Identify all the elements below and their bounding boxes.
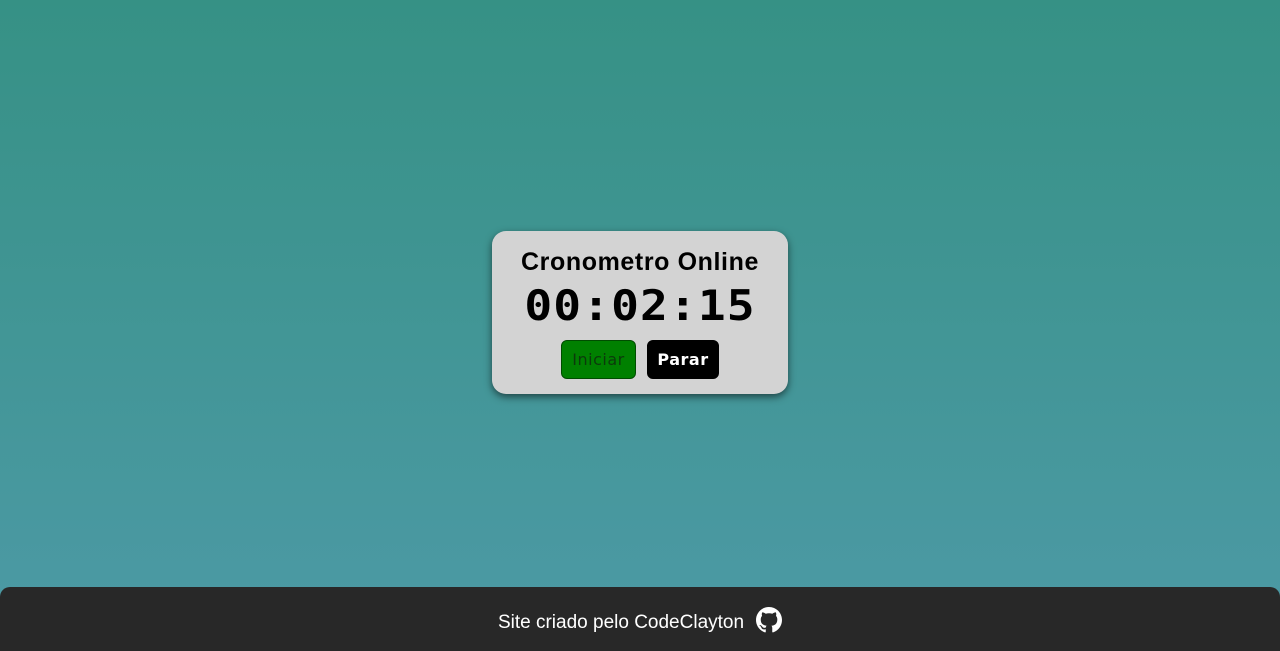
footer: Site criado pelo CodeClayton: [0, 587, 1280, 651]
button-group: Iniciar Parar: [492, 340, 788, 379]
stopwatch-card: Cronometro Online 00:02:15 Iniciar Parar: [492, 231, 788, 394]
start-button[interactable]: Iniciar: [561, 340, 636, 379]
github-icon[interactable]: [756, 607, 783, 633]
footer-text: Site criado pelo CodeClayton: [497, 612, 745, 633]
page-title: Cronometro Online: [521, 248, 759, 276]
stop-button[interactable]: Parar: [647, 340, 719, 379]
timer-display: 00:02:15: [524, 281, 756, 330]
